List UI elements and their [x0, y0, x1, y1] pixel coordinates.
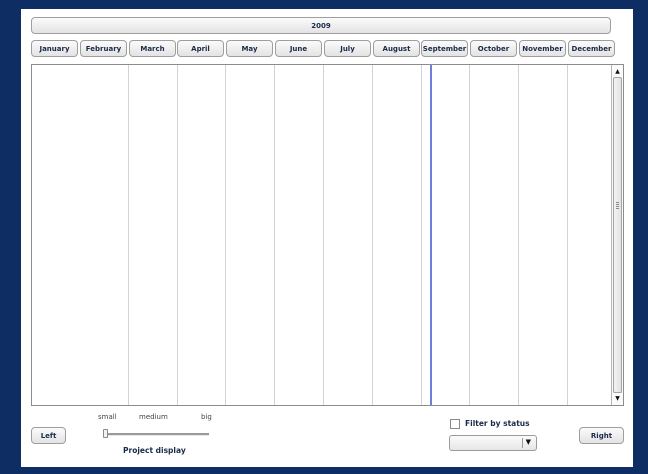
size-big-label: big	[201, 413, 212, 421]
left-button[interactable]: Left	[31, 427, 66, 444]
project-display-label: Project display	[123, 446, 186, 455]
timeline-area[interactable]: ▲ ▼	[31, 64, 624, 406]
month-button-october[interactable]: October	[470, 40, 517, 57]
month-divider-line	[177, 65, 178, 405]
month-button-september[interactable]: September	[421, 40, 468, 57]
filter-by-status-checkbox[interactable]	[450, 419, 460, 429]
month-header-row: January February March April May June July Augu…	[31, 40, 615, 58]
right-button[interactable]: Right	[579, 427, 624, 444]
scroll-down-arrow-icon[interactable]: ▼	[612, 393, 623, 404]
month-divider-line	[567, 65, 568, 405]
month-button-march[interactable]: March	[129, 40, 176, 57]
dropdown-divider	[522, 438, 523, 448]
timeline-panel: 2009 January February March April May June Jul…	[21, 9, 633, 467]
chevron-down-icon[interactable]: ▼	[526, 438, 531, 446]
scroll-up-arrow-icon[interactable]: ▲	[612, 66, 623, 77]
month-button-june[interactable]: June	[275, 40, 322, 57]
month-divider-line	[372, 65, 373, 405]
filter-by-status-label[interactable]: Filter by status	[465, 419, 530, 428]
month-button-july[interactable]: July	[324, 40, 371, 57]
month-button-january[interactable]: January	[31, 40, 78, 57]
month-divider-line	[274, 65, 275, 405]
year-header[interactable]: 2009	[31, 17, 611, 34]
status-dropdown[interactable]: ▼	[449, 435, 537, 451]
month-button-december[interactable]: December	[568, 40, 615, 57]
scrollbar-grip-icon	[616, 202, 619, 209]
month-divider-line	[518, 65, 519, 405]
month-divider-line	[421, 65, 422, 405]
size-small-label: small	[98, 413, 117, 421]
size-medium-label: medium	[139, 413, 168, 421]
month-divider-line	[469, 65, 470, 405]
month-button-april[interactable]: April	[177, 40, 224, 57]
scrollbar-thumb[interactable]	[613, 77, 622, 393]
month-button-august[interactable]: August	[373, 40, 420, 57]
vertical-scrollbar[interactable]: ▲ ▼	[611, 65, 623, 405]
month-divider-line	[225, 65, 226, 405]
current-date-marker	[430, 65, 432, 405]
month-button-february[interactable]: February	[80, 40, 127, 57]
month-divider-line	[323, 65, 324, 405]
project-size-slider-track[interactable]	[105, 433, 209, 436]
month-divider-line	[128, 65, 129, 405]
month-button-may[interactable]: May	[226, 40, 273, 57]
month-button-november[interactable]: November	[519, 40, 566, 57]
project-size-slider-thumb[interactable]	[103, 429, 108, 438]
